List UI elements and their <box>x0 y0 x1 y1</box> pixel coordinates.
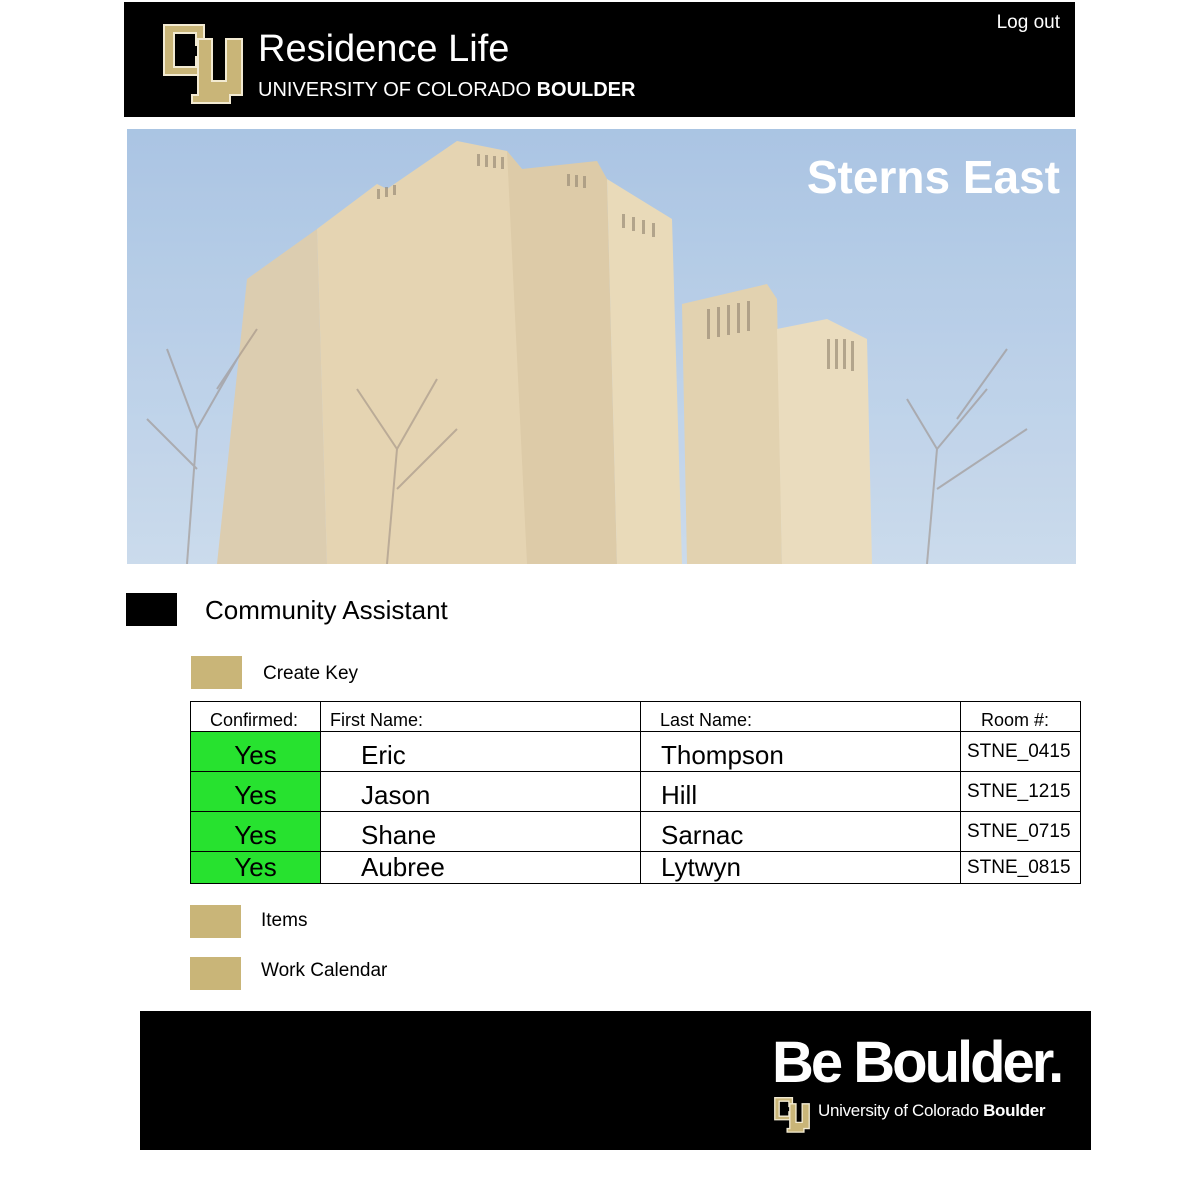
room-column-header: Room #: <box>960 701 1081 732</box>
table-row[interactable]: Yes Shane Sarnac STNE_0715 <box>190 811 1081 852</box>
room-cell: STNE_1215 <box>960 771 1081 812</box>
create-key-label: Create Key <box>263 663 359 684</box>
last-name-cell: Hill <box>640 771 961 812</box>
site-footer: Be Boulder. University of Colorado Bould… <box>140 1011 1091 1150</box>
table-row[interactable]: Yes Aubree Lytwyn STNE_0815 <box>190 851 1081 884</box>
table-header-row: Confirmed: First Name: Last Name: Room #… <box>190 701 1081 732</box>
university-name: UNIVERSITY OF COLORADO BOULDER <box>258 78 635 102</box>
work-calendar-label: Work Calendar <box>261 960 388 981</box>
first-name-cell: Jason <box>320 771 641 812</box>
work-calendar-button[interactable] <box>190 957 241 990</box>
confirmed-cell: Yes <box>190 851 321 884</box>
cu-logo-icon <box>163 24 243 104</box>
room-cell: STNE_0815 <box>960 851 1081 884</box>
app-title: Residence Life <box>258 28 510 70</box>
first-name-cell: Eric <box>320 731 641 772</box>
last-name-cell: Sarnac <box>640 811 961 852</box>
footer-univ-bold: Boulder <box>983 1101 1046 1120</box>
cu-logo-icon <box>774 1096 810 1133</box>
room-cell: STNE_0415 <box>960 731 1081 772</box>
logout-link[interactable]: Log out <box>997 11 1060 35</box>
table-row[interactable]: Yes Jason Hill STNE_1215 <box>190 771 1081 812</box>
confirmed-column-header: Confirmed: <box>190 701 321 732</box>
footer-university-name: University of Colorado Boulder <box>818 1100 1045 1122</box>
last-name-cell: Thompson <box>640 731 961 772</box>
be-boulder-slogan: Be Boulder. <box>772 1030 1064 1095</box>
university-prefix: UNIVERSITY OF COLORADO <box>258 79 537 101</box>
first-name-cell: Aubree <box>320 851 641 884</box>
create-key-button[interactable] <box>191 656 242 689</box>
last-name-cell: Lytwyn <box>640 851 961 884</box>
confirmed-cell: Yes <box>190 771 321 812</box>
first-name-column-header: First Name: <box>320 701 641 732</box>
site-header: Residence Life UNIVERSITY OF COLORADO BO… <box>124 2 1075 117</box>
confirmed-cell: Yes <box>190 731 321 772</box>
room-cell: STNE_0715 <box>960 811 1081 852</box>
community-assistant-heading: Community Assistant <box>205 595 448 625</box>
university-bold: BOULDER <box>536 79 636 101</box>
keys-table: Confirmed: First Name: Last Name: Room #… <box>190 701 1081 884</box>
community-assistant-marker <box>126 593 177 626</box>
footer-univ-prefix: University of Colorado <box>818 1101 984 1120</box>
items-button[interactable] <box>190 905 241 938</box>
building-name: Sterns East <box>806 151 1060 203</box>
hero-banner: Sterns East <box>127 129 1076 564</box>
first-name-cell: Shane <box>320 811 641 852</box>
confirmed-cell: Yes <box>190 811 321 852</box>
items-label: Items <box>261 910 308 931</box>
table-row[interactable]: Yes Eric Thompson STNE_0415 <box>190 731 1081 772</box>
last-name-column-header: Last Name: <box>640 701 961 732</box>
